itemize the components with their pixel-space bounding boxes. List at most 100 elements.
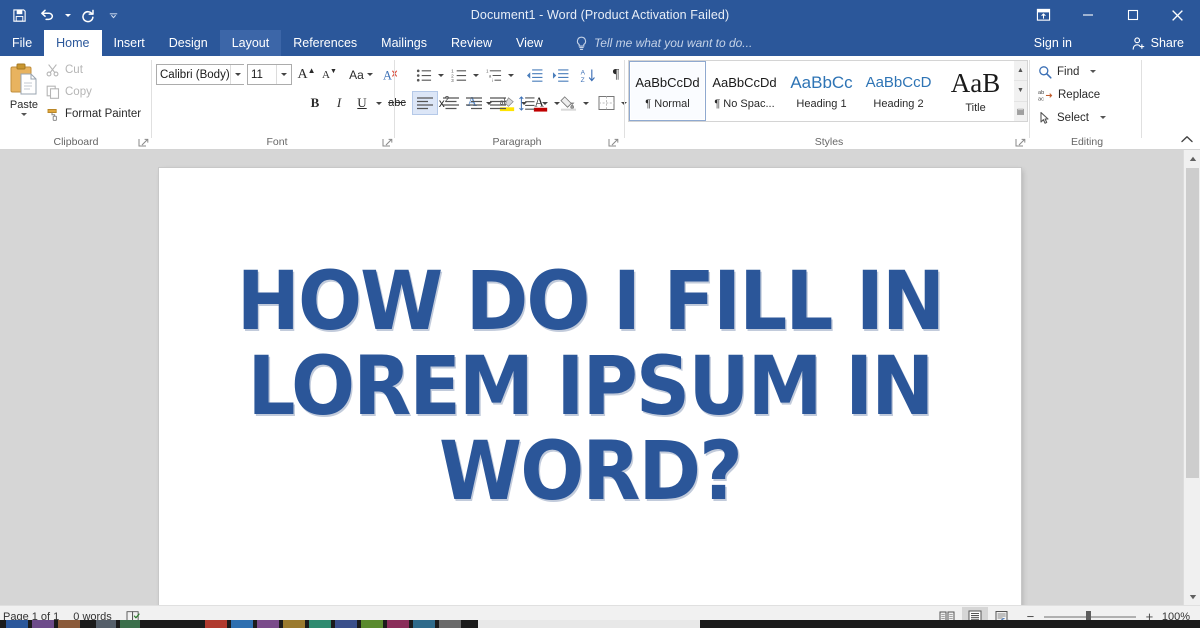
styles-more-button[interactable]: ▤ [1014,101,1027,121]
taskbar-item[interactable] [335,620,357,628]
increase-indent-button[interactable] [548,64,572,86]
taskbar-open-window[interactable] [478,620,700,628]
document-page[interactable]: HOW DO I FILL IN LOREM IPSUM IN WORD? [159,168,1021,605]
taskbar-sliver [0,620,1200,628]
taskbar-item[interactable] [96,620,116,628]
tab-home[interactable]: Home [44,30,101,56]
tab-insert[interactable]: Insert [102,30,157,56]
shading-dropdown-icon[interactable] [580,92,591,114]
taskbar-item[interactable] [283,620,305,628]
clear-formatting-button[interactable]: A [380,64,402,85]
numbering-dropdown-icon[interactable] [470,64,481,86]
customize-quick-access-toolbar-icon[interactable] [103,3,123,27]
taskbar-item[interactable] [413,620,435,628]
find-dropdown-icon[interactable] [1090,70,1096,73]
scroll-up-arrow-icon[interactable] [1184,150,1200,167]
close-button[interactable] [1155,0,1200,30]
taskbar-item[interactable] [58,620,80,628]
styles-scroll-down-button[interactable]: ▼ [1014,80,1027,100]
taskbar-item[interactable] [387,620,409,628]
taskbar-item[interactable] [6,620,28,628]
underline-button[interactable]: U [351,92,373,114]
borders-button[interactable] [595,92,618,114]
style-preview: AaBbCcD [866,72,932,94]
save-icon[interactable] [6,3,32,27]
bold-button[interactable]: B [304,92,326,114]
separator [394,60,395,138]
strikethrough-button[interactable]: abc [385,92,409,114]
minimize-button[interactable] [1065,0,1110,30]
sort-button[interactable]: AZ [577,64,601,86]
font-dialog-launcher[interactable] [382,136,393,147]
clipboard-dialog-launcher[interactable] [138,136,149,147]
redo-icon[interactable] [75,3,101,27]
taskbar-item[interactable] [257,620,279,628]
italic-button[interactable]: I [328,92,350,114]
style-heading-1[interactable]: AaBbCc Heading 1 [783,61,860,121]
taskbar-item[interactable] [32,620,54,628]
align-right-button[interactable] [462,92,486,114]
bullets-dropdown-icon[interactable] [435,64,446,86]
tab-view[interactable]: View [504,30,555,56]
paragraph-dialog-launcher[interactable] [608,136,619,147]
undo-dropdown-icon[interactable] [62,3,73,27]
multilevel-list-dropdown-icon[interactable] [505,64,516,86]
copy-button[interactable]: Copy [46,82,92,101]
bullets-button[interactable] [413,64,435,86]
align-center-button[interactable] [439,92,463,114]
select-button[interactable]: Select [1038,107,1108,128]
cut-button[interactable]: Cut [46,60,83,79]
collapse-ribbon-button[interactable] [1178,131,1196,147]
align-left-button[interactable] [413,92,437,114]
justify-button[interactable] [486,92,510,114]
tab-file[interactable]: File [0,30,44,56]
underline-dropdown-icon[interactable] [373,92,384,114]
grow-font-button[interactable]: A▲ [296,64,317,85]
tell-me-search-box[interactable]: Tell me what you want to do... [575,30,752,56]
taskbar-item[interactable] [231,620,253,628]
scroll-down-arrow-icon[interactable] [1184,588,1200,605]
taskbar-item[interactable] [205,620,227,628]
taskbar-item[interactable] [309,620,331,628]
change-case-button[interactable]: Aa [346,64,376,85]
tab-references[interactable]: References [281,30,369,56]
ribbon-tab-strip: File Home Insert Design Layout Reference… [0,30,1200,56]
find-button[interactable]: Find [1038,61,1098,82]
font-name-dropdown-icon[interactable] [230,65,245,84]
taskbar-item[interactable] [120,620,140,628]
style-heading-2[interactable]: AaBbCcD Heading 2 [860,61,937,121]
font-size-dropdown-icon[interactable] [276,65,291,84]
vertical-scrollbar[interactable] [1183,150,1200,605]
paste-dropdown-icon[interactable] [21,113,27,116]
share-button[interactable]: Share [1123,30,1192,56]
line-spacing-dropdown-icon[interactable] [539,92,550,114]
taskbar-item[interactable] [361,620,383,628]
restore-button[interactable] [1110,0,1155,30]
document-line-3: WORD? [208,430,972,515]
shrink-font-button[interactable]: A▼ [319,64,340,85]
taskbar-item[interactable] [439,620,461,628]
undo-icon[interactable] [34,3,60,27]
numbering-button[interactable]: 123 [448,64,470,86]
tab-design[interactable]: Design [157,30,220,56]
decrease-indent-button[interactable] [522,64,546,86]
sign-in-button[interactable]: Sign in [1028,30,1078,56]
format-painter-button[interactable]: Format Painter [46,104,141,123]
replace-button[interactable]: abac Replace [1038,84,1102,105]
paste-button[interactable]: Paste [4,60,44,128]
tab-mailings[interactable]: Mailings [369,30,439,56]
tab-review[interactable]: Review [439,30,504,56]
tab-layout[interactable]: Layout [220,30,282,56]
vertical-scrollbar-thumb[interactable] [1186,168,1199,478]
shading-button[interactable] [557,92,580,114]
styles-dialog-launcher[interactable] [1015,136,1026,147]
multilevel-list-button[interactable]: 1ai [483,64,505,86]
style-normal[interactable]: AaBbCcDd ¶ Normal [629,61,706,121]
style-title[interactable]: AaB Title [937,61,1014,121]
ribbon-display-options-icon[interactable] [1021,0,1065,30]
select-dropdown-icon[interactable] [1100,116,1106,119]
styles-scroll-up-button[interactable]: ▲ [1014,61,1027,80]
style-no-spacing[interactable]: AaBbCcDd ¶ No Spac... [706,61,783,121]
line-spacing-button[interactable] [515,92,539,114]
document-body-text[interactable]: HOW DO I FILL IN LOREM IPSUM IN WORD? [208,260,972,515]
